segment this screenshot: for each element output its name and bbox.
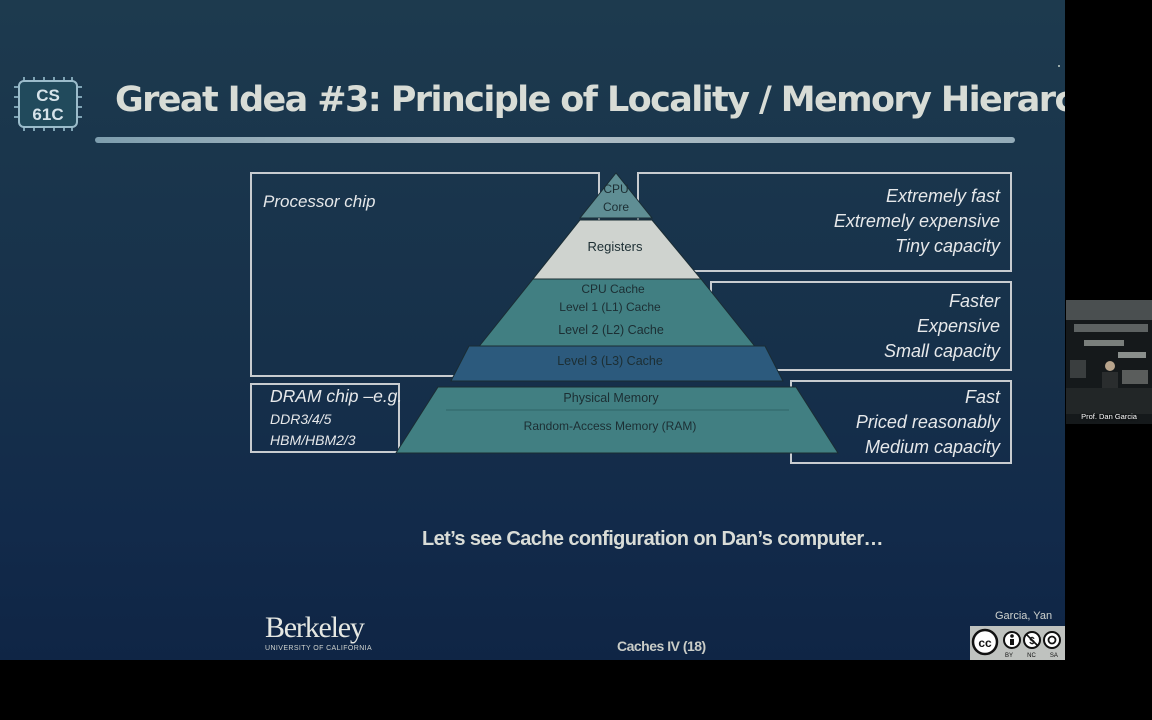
cc-nc-label: NC [1027,653,1036,659]
svg-text:cc: cc [978,636,992,650]
stray-pixel [1058,65,1060,67]
cc-sa-label: SA [1049,653,1058,659]
slide-authors: Garcia, Yan [995,610,1053,622]
webcam-thumbnail: Prof. Dan Garcia [1066,300,1152,424]
webcam-name-label: Prof. Dan Garcia [1081,412,1137,421]
university-subtitle: UNIVERSITY OF CALIFORNIA [265,645,373,652]
l2-cache-label: Level 2 (L2) Cache [558,323,664,337]
registers-label: Registers [587,239,643,254]
cpu-cache-label: CPU Cache [581,282,645,296]
berkeley-logo: Berkeley UNIVERSITY OF CALIFORNIA [265,612,385,658]
cpu-core-line2: Core [602,200,630,214]
berkeley-wordmark: Berkeley [265,611,365,644]
sa-icon [1043,631,1061,649]
creative-commons-badge: cc $ BY NC SA [970,626,1065,660]
ram-label: Random-Access Memory (RAM) [523,419,697,433]
lecture-page-label: Caches IV (18) [617,638,706,654]
l1-cache-label: Level 1 (L1) Cache [559,300,661,314]
cc-labels: BY NC SA [970,653,1065,659]
l3-cache-label: Level 3 (L3) Cache [557,354,663,368]
cc-by-label: BY [1005,653,1014,659]
slide: CS 61C Great Idea #3: Principle of Local… [0,0,1065,660]
memory-hierarchy-pyramid [395,172,839,454]
cpu-core-line1: CPU [603,182,629,196]
physical-memory-label: Physical Memory [563,391,659,405]
slide-caption: Let’s see Cache configuration on Dan’s c… [422,528,884,550]
